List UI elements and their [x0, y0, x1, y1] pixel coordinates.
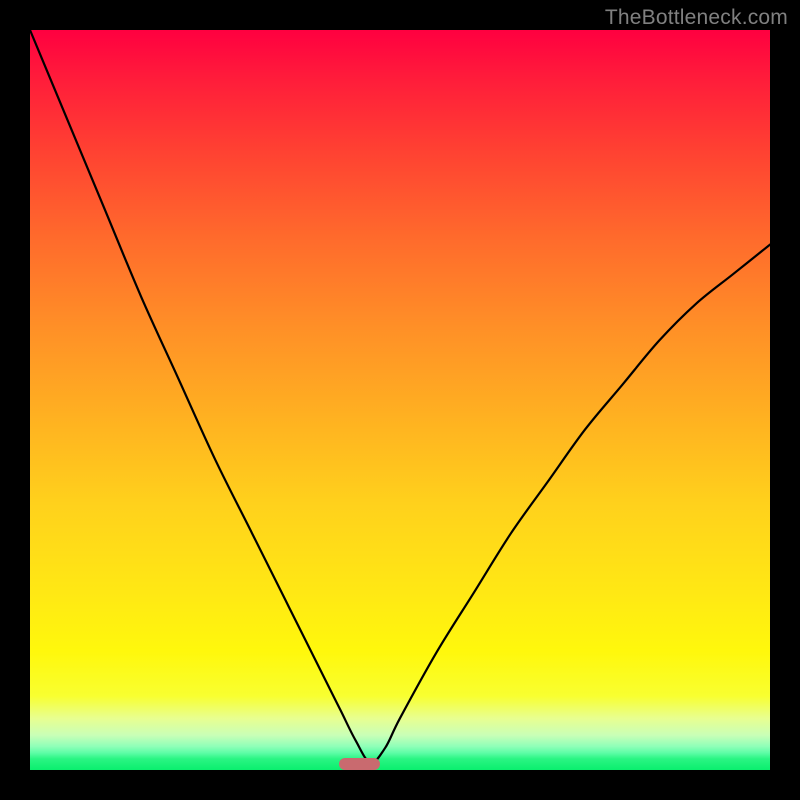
chart-frame: TheBottleneck.com	[0, 0, 800, 800]
watermark-text: TheBottleneck.com	[605, 6, 788, 30]
bottleneck-curve	[30, 30, 770, 770]
optimal-marker	[339, 758, 380, 770]
plot-area	[30, 30, 770, 770]
